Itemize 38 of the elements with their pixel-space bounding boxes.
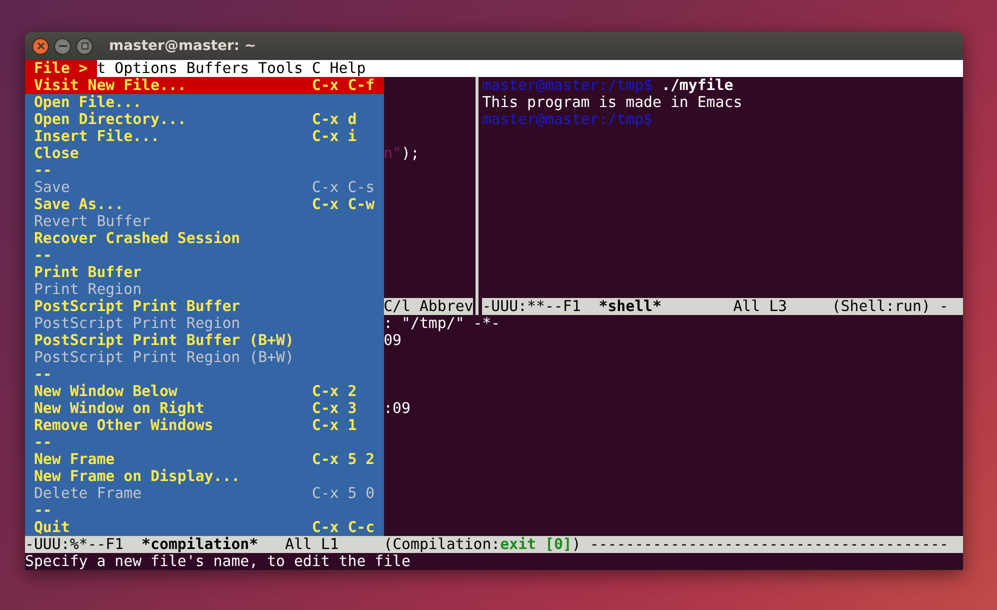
maximize-button[interactable]	[76, 38, 93, 54]
compilation-line: :09	[384, 399, 410, 417]
menu-item[interactable]: New Frame C-x 5 2	[25, 451, 384, 468]
menu-bar[interactable]: t Options Buffers Tools C Help	[96, 60, 963, 77]
window-title: master@master: ~	[109, 38, 256, 54]
echo-area-message: Specify a new file's name, to edit the file	[25, 553, 410, 570]
menu-item[interactable]: Quit C-x C-c	[25, 519, 384, 536]
menu-item[interactable]: Close	[25, 145, 384, 162]
menu-item[interactable]: PostScript Print Buffer	[25, 298, 384, 315]
shell-output: This program is made in Emacs	[482, 93, 742, 111]
menu-item[interactable]: New Window on Right C-x 3	[25, 400, 384, 417]
menu-item[interactable]: Save As... C-x C-w	[25, 196, 384, 213]
minimize-icon	[58, 45, 66, 47]
code-line: n");	[384, 144, 420, 162]
menu-item[interactable]: Open Directory... C-x d	[25, 111, 384, 128]
menu-item[interactable]: PostScript Print Buffer (B+W)	[25, 332, 384, 349]
menu-item[interactable]: Remove Other Windows C-x 1	[25, 417, 384, 434]
shell-prompt-line: master@master:/tmp$	[482, 110, 653, 128]
menu-item[interactable]: New Window Below C-x 2	[25, 383, 384, 400]
menu-item[interactable]: Recover Crashed Session	[25, 230, 384, 247]
menu-item[interactable]: Insert File... C-x i	[25, 128, 384, 145]
menu-separator: --	[25, 247, 384, 264]
menu-separator: --	[25, 162, 384, 179]
menu-separator: --	[25, 434, 384, 451]
maximize-icon	[80, 42, 88, 50]
close-icon	[36, 42, 44, 50]
menu-item[interactable]: New Frame on Display...	[25, 468, 384, 485]
file-menu-title[interactable]: File >	[25, 60, 97, 77]
shell-prompt-line: master@master:/tmp$ ./myfile	[482, 76, 734, 94]
menu-item[interactable]: Open File...	[25, 94, 384, 111]
menu-separator: --	[25, 502, 384, 519]
menu-item[interactable]: Visit New File... C-x C-f	[25, 77, 384, 94]
compilation-line: : "/tmp/" -*-	[384, 314, 500, 332]
minimize-button[interactable]	[54, 38, 71, 54]
close-button[interactable]	[32, 38, 49, 54]
compilation-line: 09	[384, 331, 402, 349]
menu-item[interactable]: Print Buffer	[25, 264, 384, 281]
menu-separator: --	[25, 366, 384, 383]
